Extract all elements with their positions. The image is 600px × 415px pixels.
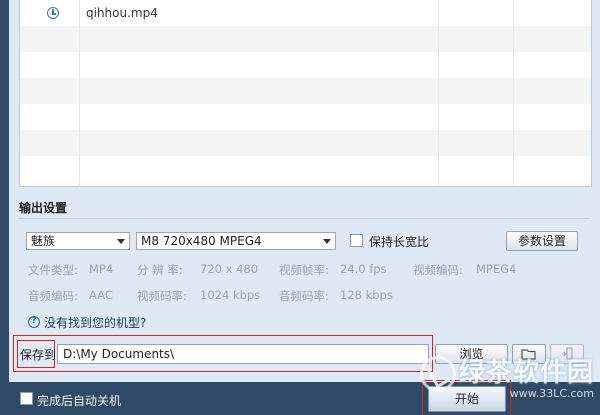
audio-codec-value: AAC xyxy=(89,288,113,302)
column-divider xyxy=(79,0,80,186)
converter-window: qihhou.mp4 输出设置 魅族 M8 720x480 MPEG4 保持长宽… xyxy=(9,0,600,382)
help-icon[interactable]: ? xyxy=(28,316,40,328)
list-item xyxy=(20,26,591,52)
video-codec-value: MPEG4 xyxy=(476,262,517,276)
auto-shutdown-checkbox[interactable] xyxy=(20,392,33,405)
brand-select[interactable]: 魅族 xyxy=(26,232,130,250)
watermark: 绿茶软件园 www.33LC.com xyxy=(459,352,594,400)
resolution-value: 720 x 480 xyxy=(200,262,259,276)
keep-aspect-label: 保持长宽比 xyxy=(369,235,430,249)
watermark-logo-icon xyxy=(420,356,456,392)
video-codec-label: 视频编码: xyxy=(413,263,463,277)
brand-select-value: 魅族 xyxy=(31,234,56,248)
frame-rate-value: 24.0 fps xyxy=(340,262,387,276)
list-item xyxy=(20,156,591,182)
watermark-url: www.33LC.com xyxy=(509,387,594,400)
model-not-found-link[interactable]: 没有找到您的机型? xyxy=(44,314,146,331)
audio-bitrate-value: 128 kbps xyxy=(340,288,393,302)
list-item xyxy=(20,78,591,104)
list-item xyxy=(20,52,591,78)
audio-bitrate-label: 音频码率: xyxy=(279,289,329,303)
chevron-down-icon xyxy=(117,239,125,244)
section-divider xyxy=(19,218,590,219)
file-type-label: 文件类型: xyxy=(28,263,78,277)
section-title: 输出设置 xyxy=(19,201,68,215)
file-name: qihhou.mp4 xyxy=(86,6,158,20)
watermark-main: 绿茶软件园 xyxy=(458,358,594,388)
file-list[interactable]: qihhou.mp4 xyxy=(19,0,592,187)
auto-shutdown-label: 完成后自动关机 xyxy=(37,394,122,408)
audio-codec-label: 音频编码: xyxy=(28,289,78,303)
param-settings-button[interactable]: 参数设置 xyxy=(506,231,578,251)
keep-aspect-checkbox[interactable] xyxy=(350,234,363,247)
list-item xyxy=(20,104,591,130)
format-select[interactable]: M8 720x480 MPEG4 xyxy=(136,232,336,250)
video-bitrate-value: 1024 kbps xyxy=(200,288,261,302)
column-divider xyxy=(513,0,514,186)
save-path-input[interactable]: D:\My Documents\ xyxy=(57,344,429,364)
resolution-label: 分 辨 率: xyxy=(137,263,183,277)
video-bitrate-label: 视频码率: xyxy=(137,289,187,303)
list-item xyxy=(20,130,591,156)
clock-icon xyxy=(47,7,59,19)
file-type-value: MP4 xyxy=(89,262,114,276)
list-item[interactable]: qihhou.mp4 xyxy=(20,0,591,26)
frame-rate-label: 视频帧率: xyxy=(279,263,329,277)
save-to-label: 保存到: xyxy=(20,348,61,362)
format-select-value: M8 720x480 MPEG4 xyxy=(141,234,262,248)
column-divider xyxy=(438,0,439,186)
chevron-down-icon xyxy=(323,239,331,244)
